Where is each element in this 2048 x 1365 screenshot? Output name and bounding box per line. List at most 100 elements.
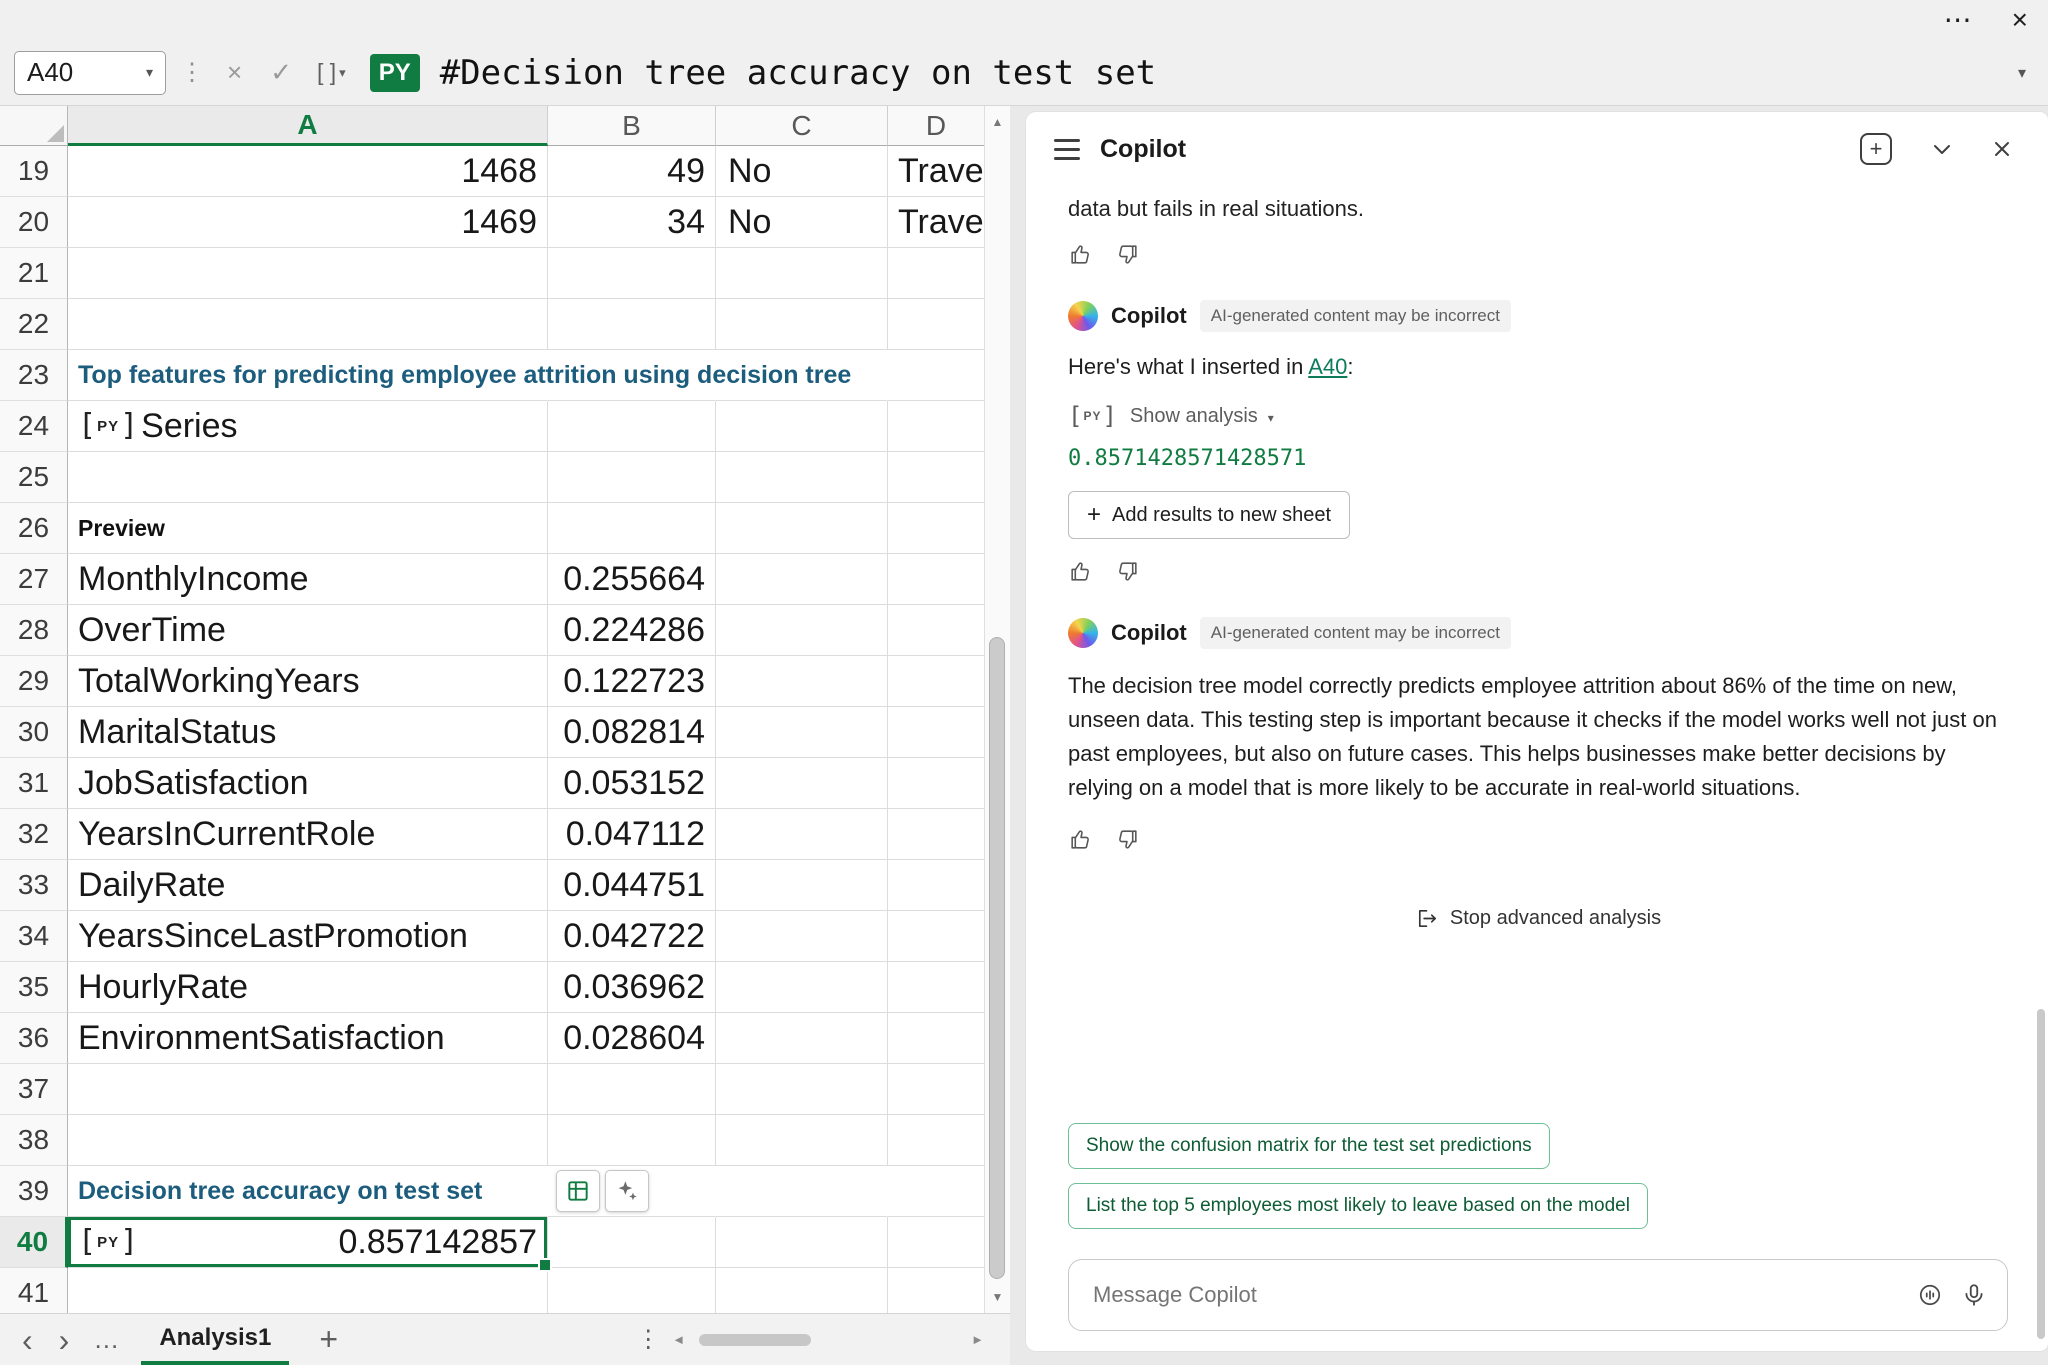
cell-column-a[interactable]: [PY] 1469 (68, 197, 548, 248)
horizontal-scrollbar[interactable]: ◄ ► (672, 1332, 984, 1348)
close-panel-icon[interactable] (1982, 133, 2022, 165)
cell-column-c[interactable] (716, 911, 888, 962)
row-header[interactable]: 36 (0, 1013, 68, 1064)
cell-column-a[interactable]: [PY] 1468 (68, 146, 548, 197)
cell-column-b[interactable] (548, 503, 716, 554)
cell-column-b[interactable]: 0.028604 (548, 1013, 716, 1064)
cell-column-c[interactable] (716, 299, 888, 350)
cell-column-c[interactable] (716, 1013, 888, 1064)
cell-column-c[interactable]: No (716, 197, 888, 248)
row-header[interactable]: 20 (0, 197, 68, 248)
name-box-chevron-icon[interactable]: ▾ (146, 64, 153, 81)
cell-column-d[interactable] (888, 707, 984, 758)
cell-column-d[interactable] (888, 299, 984, 350)
cell-column-b[interactable]: 0.042722 (548, 911, 716, 962)
cell-column-b[interactable] (548, 1217, 716, 1268)
menu-icon[interactable] (1054, 139, 1080, 160)
cell-column-b[interactable]: 0.044751 (548, 860, 716, 911)
cell-column-c[interactable] (716, 554, 888, 605)
cell-column-b[interactable] (548, 299, 716, 350)
row-header[interactable]: 39 (0, 1166, 68, 1217)
cell-column-d[interactable] (888, 860, 984, 911)
cell-column-b[interactable] (548, 1268, 716, 1313)
cell-column-a[interactable]: [PY] YearsInCurrentRole (68, 809, 548, 860)
cell-column-d[interactable] (888, 452, 984, 503)
row-header[interactable]: 40 (0, 1217, 68, 1268)
cell-column-d[interactable] (888, 401, 984, 452)
cell-column-a[interactable]: [PY] OverTime (68, 605, 548, 656)
cell-column-a[interactable]: [PY] HourlyRate (68, 962, 548, 1013)
cell-column-b[interactable]: 49 (548, 146, 716, 197)
row-header[interactable]: 21 (0, 248, 68, 299)
horizontal-scroll-track[interactable] (693, 1332, 963, 1348)
add-sheet-button[interactable]: + (303, 1321, 354, 1358)
message-input[interactable] (1093, 1282, 1899, 1308)
window-close-icon[interactable]: × (2012, 6, 2028, 34)
row-header[interactable]: 34 (0, 911, 68, 962)
cell-column-c[interactable] (716, 452, 888, 503)
cell-column-c[interactable] (716, 1268, 888, 1313)
column-header-a[interactable]: A (68, 106, 548, 146)
cell-column-c[interactable] (716, 503, 888, 554)
cell-column-a[interactable]: [PY] (68, 1064, 548, 1115)
cell-column-b[interactable] (548, 452, 716, 503)
cell-column-a[interactable]: [PY] DailyRate (68, 860, 548, 911)
row-header[interactable]: 33 (0, 860, 68, 911)
cell-column-d[interactable] (888, 1013, 984, 1064)
cell-column-d[interactable] (888, 911, 984, 962)
cell-column-d[interactable]: Trave (888, 197, 984, 248)
column-header-c[interactable]: C (716, 106, 888, 146)
next-sheet-icon[interactable]: › (47, 1324, 82, 1356)
row-header[interactable]: 24 (0, 401, 68, 452)
row-header[interactable]: 26 (0, 503, 68, 554)
formula-input[interactable]: #Decision tree accuracy on test set (430, 53, 2008, 93)
row-header[interactable]: 23 (0, 350, 68, 401)
copilot-voice-icon[interactable] (1917, 1282, 1943, 1308)
cell-column-b[interactable] (548, 1115, 716, 1166)
cell-column-b[interactable]: 0.047112 (548, 809, 716, 860)
sheet-options-icon[interactable]: ⋮ (626, 1325, 670, 1354)
row-header[interactable]: 29 (0, 656, 68, 707)
cell-column-a[interactable]: [PY] YearsSinceLastPromotion (68, 911, 548, 962)
name-box[interactable]: A40 ▾ (14, 51, 166, 95)
thumbs-up-icon[interactable] (1068, 559, 1093, 589)
cell-column-d[interactable] (888, 809, 984, 860)
cell-column-a[interactable]: [PY] TotalWorkingYears (68, 656, 548, 707)
cell-column-d[interactable] (888, 1268, 984, 1313)
formula-bar-expand-icon[interactable]: ▾ (2018, 63, 2034, 83)
formula-bar-splitter-icon[interactable]: ⋮ (176, 58, 208, 87)
cell-column-b[interactable]: 0.053152 (548, 758, 716, 809)
cell-column-d[interactable] (888, 1166, 984, 1217)
vertical-scroll-thumb[interactable] (989, 637, 1005, 1279)
cell-column-b[interactable]: 0.224286 (548, 605, 716, 656)
cell-column-d[interactable] (888, 1064, 984, 1115)
cell-column-c[interactable] (716, 860, 888, 911)
add-results-button[interactable]: + Add results to new sheet (1068, 491, 1350, 539)
cell-column-c[interactable] (716, 1217, 888, 1268)
horizontal-scroll-thumb[interactable] (699, 1334, 811, 1346)
cell-column-a[interactable]: [PY] MonthlyIncome (68, 554, 548, 605)
cell-column-b[interactable] (548, 1064, 716, 1115)
cell-column-a[interactable]: [PY] Preview (68, 503, 548, 554)
row-header[interactable]: 19 (0, 146, 68, 197)
row-header[interactable]: 32 (0, 809, 68, 860)
cell-column-c[interactable] (716, 1166, 888, 1217)
all-sheets-button[interactable]: … (83, 1324, 131, 1355)
scroll-down-icon[interactable]: ▼ (985, 1283, 1010, 1311)
cell-column-a[interactable]: [PY] (68, 1115, 548, 1166)
cell-column-c[interactable]: No (716, 146, 888, 197)
cell-column-d[interactable] (888, 350, 984, 401)
cell-column-b[interactable]: 34 (548, 197, 716, 248)
scroll-right-icon[interactable]: ► (971, 1332, 984, 1347)
cell-column-c[interactable] (716, 1064, 888, 1115)
cell-column-c[interactable] (716, 758, 888, 809)
cell-column-b[interactable]: 0.255664 (548, 554, 716, 605)
cell-column-c[interactable] (716, 1115, 888, 1166)
cell-column-b[interactable]: 0.082814 (548, 707, 716, 758)
cell-column-d[interactable] (888, 1217, 984, 1268)
cell-column-d[interactable] (888, 656, 984, 707)
row-header[interactable]: 22 (0, 299, 68, 350)
sheet-tab-analysis1[interactable]: Analysis1 (141, 1314, 289, 1365)
row-header[interactable]: 31 (0, 758, 68, 809)
cell-column-a[interactable]: [PY] Series (68, 401, 548, 452)
